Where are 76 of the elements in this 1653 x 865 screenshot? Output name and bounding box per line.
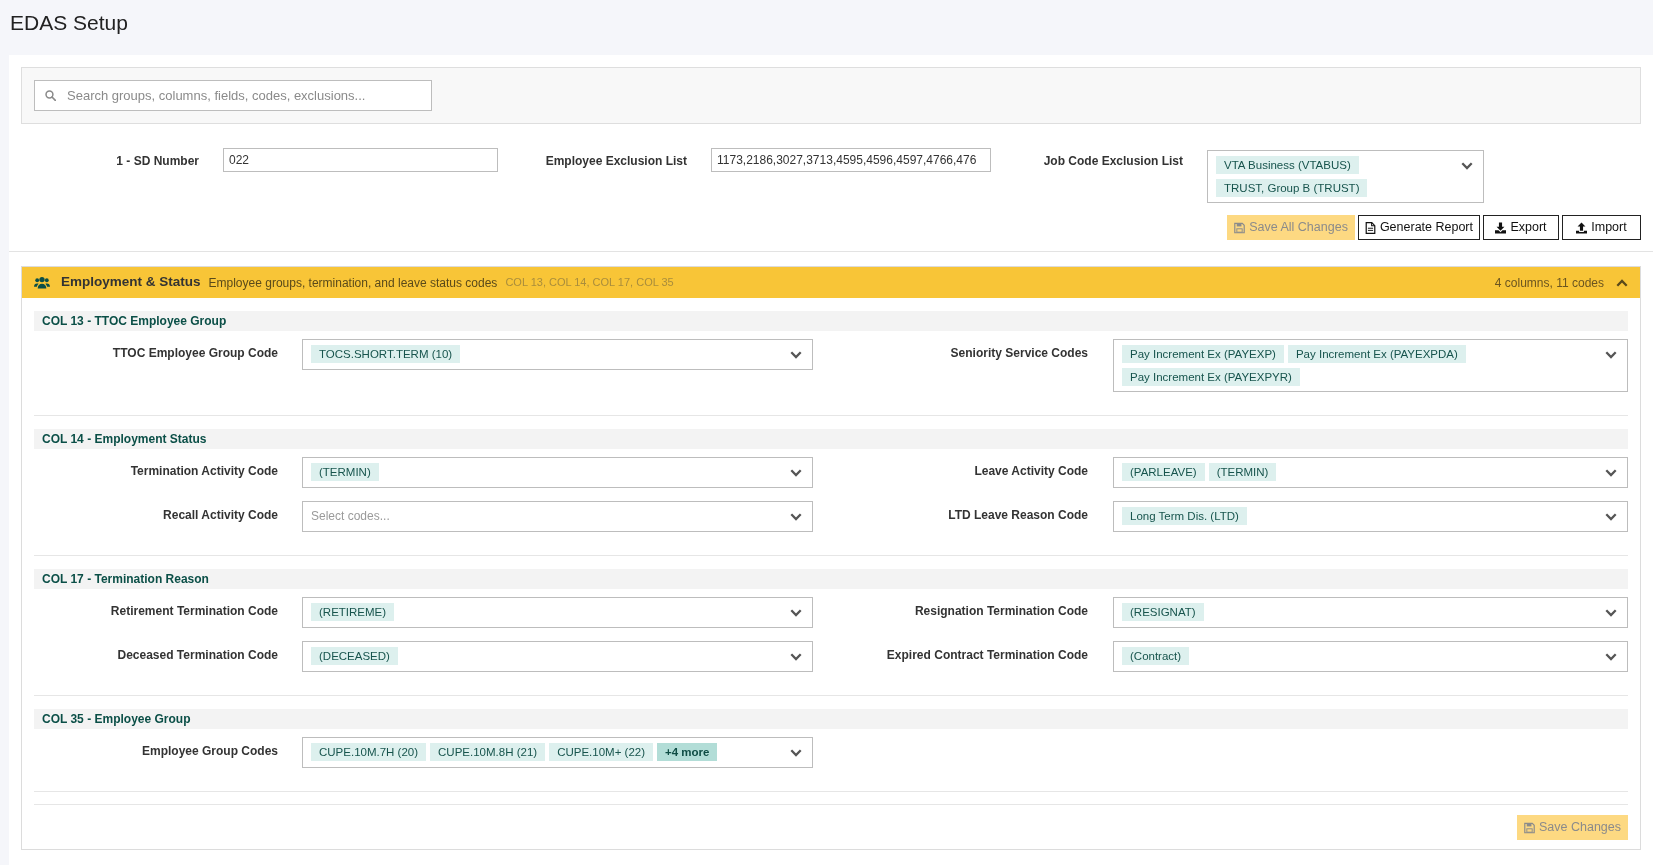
section-header[interactable]: Employment & Status Employee groups, termination, and leave status codes COL 13, COL 14, COL 17, COL 35 4 columns, 11 codes <box>22 267 1640 298</box>
chevron-down-icon <box>1605 653 1617 661</box>
field-label: Employee Exclusion List <box>544 153 688 170</box>
code-tag: (DECEASED) <box>311 647 398 665</box>
code-tag: (Contract) <box>1122 647 1190 665</box>
multi-select-field[interactable]: (RESIGNAT) <box>1113 597 1628 628</box>
code-tag: (RETIREME) <box>311 603 395 621</box>
multi-select-field[interactable]: (DECEASED) <box>302 641 813 672</box>
field-label: Resignation Termination Code <box>913 603 1088 620</box>
chevron-down-icon <box>1461 162 1473 170</box>
group-heading: COL 13 - TTOC Employee Group <box>34 311 1628 331</box>
field-label: Termination Activity Code <box>129 463 278 480</box>
multi-select-field[interactable]: (PARLEAVE) (TERMIN) <box>1113 457 1628 488</box>
field-label: Seniority Service Codes <box>949 345 1088 362</box>
multi-select-field[interactable]: CUPE.10M.7H (20) CUPE.10M.8H (21) CUPE.10M+ (22) +4 more <box>302 737 813 768</box>
page-title: EDAS Setup <box>10 10 128 37</box>
section-description: Employee groups, termination, and leave status codes <box>208 274 498 292</box>
field-label: Deceased Termination Code <box>116 647 278 664</box>
code-tag: CUPE.10M.7H (20) <box>311 743 427 761</box>
multi-select-field[interactable]: (TERMIN) <box>302 457 813 488</box>
text-field[interactable]: 1173,2186,3027,3713,4595,4596,4597,4766,476 <box>711 148 991 172</box>
export-button[interactable]: Export <box>1483 215 1559 240</box>
code-tag: TRUST, Group B (TRUST) <box>1216 179 1368 197</box>
section-summary: 4 columns, 11 codes <box>1494 274 1604 292</box>
download-icon <box>1495 221 1507 234</box>
group-heading: COL 14 - Employment Status <box>34 429 1628 449</box>
import-button[interactable]: Import <box>1562 215 1641 240</box>
field-label: Job Code Exclusion List <box>1042 153 1184 170</box>
chevron-down-icon <box>790 513 802 521</box>
field-label: Employee Group Codes <box>140 743 278 760</box>
field-label: Retirement Termination Code <box>109 603 278 620</box>
multi-select-field[interactable]: VTA Business (VTABUS) TRUST, Group B (TRUST) <box>1207 150 1484 203</box>
multi-select-field[interactable]: Long Term Dis. (LTD) <box>1113 501 1628 532</box>
field-label: Expired Contract Termination Code <box>885 647 1088 664</box>
code-tag: TOCS.SHORT.TERM (10) <box>311 345 461 363</box>
code-tag: CUPE.10M+ (22) <box>549 743 653 761</box>
chevron-down-icon <box>790 469 802 477</box>
code-tag: CUPE.10M.8H (21) <box>430 743 546 761</box>
code-tag: (RESIGNAT) <box>1122 603 1204 621</box>
chevron-down-icon <box>790 609 802 617</box>
multi-select-field[interactable]: (RETIREME) <box>302 597 813 628</box>
field-label: Recall Activity Code <box>162 507 278 524</box>
code-tag: (PARLEAVE) <box>1122 463 1205 481</box>
field-label: TTOC Employee Group Code <box>111 345 278 362</box>
code-tag: Pay Increment Ex (PAYEXP) <box>1122 345 1284 363</box>
multi-select-field[interactable]: Pay Increment Ex (PAYEXP) Pay Increment Ex (PAYEXPDA) Pay Increment Ex (PAYEXPYR) <box>1113 339 1628 392</box>
chevron-down-icon <box>1605 609 1617 617</box>
code-tag: VTA Business (VTABUS) <box>1216 156 1359 174</box>
group-heading: COL 17 - Termination Reason <box>34 569 1628 589</box>
text-field[interactable]: 022 <box>223 148 498 172</box>
code-tag: Long Term Dis. (LTD) <box>1122 507 1247 525</box>
section-columns: COL 13, COL 14, COL 17, COL 35 <box>505 274 674 291</box>
multi-select-field[interactable]: TOCS.SHORT.TERM (10) <box>302 339 813 370</box>
chevron-down-icon <box>790 653 802 661</box>
users-icon <box>34 276 50 289</box>
chevron-down-icon <box>1605 351 1617 359</box>
chevron-down-icon <box>1605 513 1617 521</box>
search-icon <box>45 90 56 101</box>
more-tag[interactable]: +4 more <box>657 743 718 761</box>
multi-select-field[interactable]: (Contract) <box>1113 641 1628 672</box>
section-title: Employment & Status <box>61 273 201 292</box>
generate-report-button[interactable]: Generate Report <box>1357 215 1480 240</box>
search-field[interactable]: Search groups, columns, fields, codes, exclusions... <box>34 80 432 111</box>
document-icon <box>1364 221 1376 234</box>
chevron-down-icon <box>790 351 802 359</box>
code-tag: Pay Increment Ex (PAYEXPYR) <box>1122 368 1300 386</box>
group-heading: COL 35 - Employee Group <box>34 709 1628 729</box>
code-tag: (TERMIN) <box>1208 463 1277 481</box>
code-tag: (TERMIN) <box>311 463 379 481</box>
field-label: LTD Leave Reason Code <box>947 507 1088 524</box>
upload-icon <box>1576 221 1588 234</box>
chevron-down-icon <box>790 749 802 757</box>
chevron-down-icon <box>1605 469 1617 477</box>
code-tag: Pay Increment Ex (PAYEXPDA) <box>1287 345 1466 363</box>
field-label: 1 - SD Number <box>115 153 200 170</box>
field-label: Leave Activity Code <box>973 463 1088 480</box>
